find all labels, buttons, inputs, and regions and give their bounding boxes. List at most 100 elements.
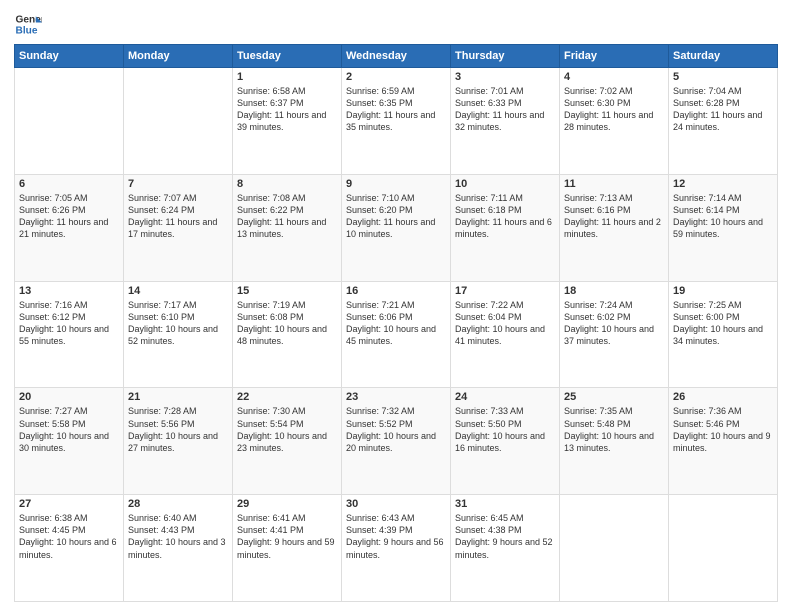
- cell-info: Sunrise: 7:13 AM Sunset: 6:16 PM Dayligh…: [564, 192, 664, 241]
- calendar: SundayMondayTuesdayWednesdayThursdayFrid…: [14, 44, 778, 602]
- calendar-cell: 10 Sunrise: 7:11 AM Sunset: 6:18 PM Dayli…: [451, 174, 560, 281]
- day-number: 10: [455, 178, 555, 190]
- calendar-cell: 31Sunrise: 6:45 AM Sunset: 4:38 PM Dayli…: [451, 495, 560, 602]
- day-number: 23: [346, 391, 446, 403]
- day-number: 20: [19, 391, 119, 403]
- calendar-cell: 25 Sunrise: 7:35 AM Sunset: 5:48 PM Dayli…: [560, 388, 669, 495]
- cell-info: Sunrise: 7:22 AM Sunset: 6:04 PM Dayligh…: [455, 299, 555, 348]
- calendar-cell: 13 Sunrise: 7:16 AM Sunset: 6:12 PM Dayli…: [15, 281, 124, 388]
- calendar-cell: 12 Sunrise: 7:14 AM Sunset: 6:14 PM Dayli…: [669, 174, 778, 281]
- calendar-cell: 29 Sunrise: 6:41 AM Sunset: 4:41 PM Dayli…: [233, 495, 342, 602]
- cell-info: Sunrise: 7:11 AM Sunset: 6:18 PM Dayligh…: [455, 192, 555, 241]
- day-number: 6: [19, 178, 119, 190]
- week-row-1: 1 Sunrise: 6:58 AM Sunset: 6:37 PM Daylig…: [15, 68, 778, 175]
- calendar-cell: 5 Sunrise: 7:04 AM Sunset: 6:28 PM Daylig…: [669, 68, 778, 175]
- cell-info: Sunrise: 7:17 AM Sunset: 6:10 PM Dayligh…: [128, 299, 228, 348]
- svg-text:Blue: Blue: [16, 25, 38, 36]
- day-number: 16: [346, 285, 446, 297]
- week-row-2: 6 Sunrise: 7:05 AM Sunset: 6:26 PM Daylig…: [15, 174, 778, 281]
- day-number: 7: [128, 178, 228, 190]
- weekday-wednesday: Wednesday: [342, 45, 451, 68]
- cell-info: Sunrise: 7:24 AM Sunset: 6:02 PM Dayligh…: [564, 299, 664, 348]
- day-number: 11: [564, 178, 664, 190]
- calendar-cell: [560, 495, 669, 602]
- header: General Blue: [14, 10, 778, 38]
- cell-info: Sunrise: 7:30 AM Sunset: 5:54 PM Dayligh…: [237, 405, 337, 454]
- day-number: 2: [346, 71, 446, 83]
- calendar-cell: 14 Sunrise: 7:17 AM Sunset: 6:10 PM Dayli…: [124, 281, 233, 388]
- calendar-cell: 1 Sunrise: 6:58 AM Sunset: 6:37 PM Daylig…: [233, 68, 342, 175]
- day-number: 3: [455, 71, 555, 83]
- weekday-monday: Monday: [124, 45, 233, 68]
- day-number: 26: [673, 391, 773, 403]
- week-row-5: 27 Sunrise: 6:38 AM Sunset: 4:45 PM Dayli…: [15, 495, 778, 602]
- day-number: 27: [19, 498, 119, 510]
- calendar-cell: 20 Sunrise: 7:27 AM Sunset: 5:58 PM Dayli…: [15, 388, 124, 495]
- calendar-cell: 28 Sunrise: 6:40 AM Sunset: 4:43 PM Dayli…: [124, 495, 233, 602]
- weekday-header-row: SundayMondayTuesdayWednesdayThursdayFrid…: [15, 45, 778, 68]
- day-number: 30: [346, 498, 446, 510]
- calendar-cell: 21Sunrise: 7:28 AM Sunset: 5:56 PM Dayli…: [124, 388, 233, 495]
- day-number: 4: [564, 71, 664, 83]
- day-number: 21: [128, 391, 228, 403]
- day-number: 15: [237, 285, 337, 297]
- day-number: 29: [237, 498, 337, 510]
- logo-icon: General Blue: [14, 10, 42, 38]
- cell-info: Sunrise: 7:35 AM Sunset: 5:48 PM Dayligh…: [564, 405, 664, 454]
- calendar-cell: 3Sunrise: 7:01 AM Sunset: 6:33 PM Daylig…: [451, 68, 560, 175]
- cell-info: Sunrise: 6:41 AM Sunset: 4:41 PM Dayligh…: [237, 512, 337, 561]
- calendar-cell: 26 Sunrise: 7:36 AM Sunset: 5:46 PM Dayli…: [669, 388, 778, 495]
- cell-info: Sunrise: 6:58 AM Sunset: 6:37 PM Dayligh…: [237, 85, 337, 134]
- day-number: 25: [564, 391, 664, 403]
- calendar-cell: [15, 68, 124, 175]
- cell-info: Sunrise: 7:33 AM Sunset: 5:50 PM Dayligh…: [455, 405, 555, 454]
- day-number: 8: [237, 178, 337, 190]
- cell-info: Sunrise: 7:21 AM Sunset: 6:06 PM Dayligh…: [346, 299, 446, 348]
- day-number: 22: [237, 391, 337, 403]
- day-number: 13: [19, 285, 119, 297]
- day-number: 9: [346, 178, 446, 190]
- cell-info: Sunrise: 6:40 AM Sunset: 4:43 PM Dayligh…: [128, 512, 228, 561]
- cell-info: Sunrise: 6:59 AM Sunset: 6:35 PM Dayligh…: [346, 85, 446, 134]
- calendar-cell: 6 Sunrise: 7:05 AM Sunset: 6:26 PM Daylig…: [15, 174, 124, 281]
- calendar-cell: 4 Sunrise: 7:02 AM Sunset: 6:30 PM Daylig…: [560, 68, 669, 175]
- calendar-cell: 18Sunrise: 7:24 AM Sunset: 6:02 PM Dayli…: [560, 281, 669, 388]
- day-number: 19: [673, 285, 773, 297]
- weekday-saturday: Saturday: [669, 45, 778, 68]
- cell-info: Sunrise: 7:32 AM Sunset: 5:52 PM Dayligh…: [346, 405, 446, 454]
- cell-info: Sunrise: 7:14 AM Sunset: 6:14 PM Dayligh…: [673, 192, 773, 241]
- week-row-3: 13 Sunrise: 7:16 AM Sunset: 6:12 PM Dayli…: [15, 281, 778, 388]
- cell-info: Sunrise: 7:10 AM Sunset: 6:20 PM Dayligh…: [346, 192, 446, 241]
- day-number: 17: [455, 285, 555, 297]
- calendar-cell: 8Sunrise: 7:08 AM Sunset: 6:22 PM Daylig…: [233, 174, 342, 281]
- cell-info: Sunrise: 7:02 AM Sunset: 6:30 PM Dayligh…: [564, 85, 664, 134]
- logo: General Blue: [14, 10, 46, 38]
- day-number: 14: [128, 285, 228, 297]
- calendar-cell: 15Sunrise: 7:19 AM Sunset: 6:08 PM Dayli…: [233, 281, 342, 388]
- calendar-cell: 17 Sunrise: 7:22 AM Sunset: 6:04 PM Dayli…: [451, 281, 560, 388]
- day-number: 1: [237, 71, 337, 83]
- cell-info: Sunrise: 7:05 AM Sunset: 6:26 PM Dayligh…: [19, 192, 119, 241]
- calendar-cell: 22 Sunrise: 7:30 AM Sunset: 5:54 PM Dayli…: [233, 388, 342, 495]
- calendar-cell: [124, 68, 233, 175]
- cell-info: Sunrise: 6:38 AM Sunset: 4:45 PM Dayligh…: [19, 512, 119, 561]
- week-row-4: 20 Sunrise: 7:27 AM Sunset: 5:58 PM Dayli…: [15, 388, 778, 495]
- weekday-sunday: Sunday: [15, 45, 124, 68]
- cell-info: Sunrise: 7:27 AM Sunset: 5:58 PM Dayligh…: [19, 405, 119, 454]
- weekday-thursday: Thursday: [451, 45, 560, 68]
- day-number: 5: [673, 71, 773, 83]
- cell-info: Sunrise: 7:25 AM Sunset: 6:00 PM Dayligh…: [673, 299, 773, 348]
- day-number: 12: [673, 178, 773, 190]
- calendar-cell: 30Sunrise: 6:43 AM Sunset: 4:39 PM Dayli…: [342, 495, 451, 602]
- cell-info: Sunrise: 7:16 AM Sunset: 6:12 PM Dayligh…: [19, 299, 119, 348]
- calendar-cell: 2 Sunrise: 6:59 AM Sunset: 6:35 PM Daylig…: [342, 68, 451, 175]
- cell-info: Sunrise: 7:36 AM Sunset: 5:46 PM Dayligh…: [673, 405, 773, 454]
- calendar-cell: 23 Sunrise: 7:32 AM Sunset: 5:52 PM Dayli…: [342, 388, 451, 495]
- page: General Blue SundayMondayTuesdayWednesda…: [0, 0, 792, 612]
- calendar-cell: 19 Sunrise: 7:25 AM Sunset: 6:00 PM Dayli…: [669, 281, 778, 388]
- cell-info: Sunrise: 7:04 AM Sunset: 6:28 PM Dayligh…: [673, 85, 773, 134]
- day-number: 31: [455, 498, 555, 510]
- day-number: 28: [128, 498, 228, 510]
- calendar-cell: 7Sunrise: 7:07 AM Sunset: 6:24 PM Daylig…: [124, 174, 233, 281]
- day-number: 24: [455, 391, 555, 403]
